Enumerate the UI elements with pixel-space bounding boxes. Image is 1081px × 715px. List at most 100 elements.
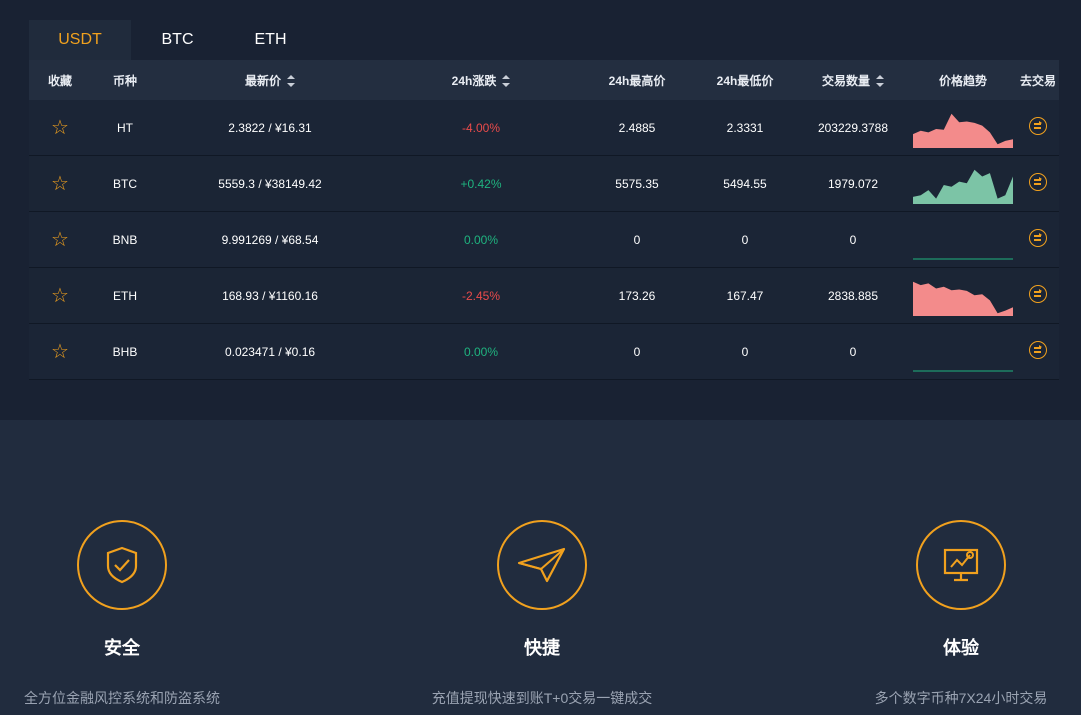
trade-cell: [1017, 285, 1059, 306]
price-trend: [909, 332, 1017, 372]
feature-experience: 体验 多个数字币种7X24小时交易: [811, 520, 1081, 708]
col-change-label: 24h涨跌: [451, 73, 497, 88]
volume: 1979.072: [827, 176, 879, 191]
high-24h: 2.4885: [618, 120, 656, 135]
feature-title: 快捷: [524, 638, 560, 658]
sparkline-area: [913, 169, 1013, 204]
sparkline-chart: [913, 258, 1013, 259]
star-outline-icon[interactable]: ☆: [51, 173, 69, 195]
coin-name: HT: [117, 120, 133, 135]
trade-cell: [1017, 341, 1059, 362]
col-trend: 价格趋势: [938, 73, 987, 88]
star-outline-icon[interactable]: ☆: [51, 341, 69, 363]
feature-speed: 快捷 充值提现快速到账T+0交易一键成交: [392, 520, 692, 708]
feature-title: 安全: [104, 638, 140, 658]
volume: 0: [849, 232, 857, 247]
feature-desc: 充值提现快速到账T+0交易一键成交: [431, 690, 653, 706]
col-trade: 去交易: [1019, 73, 1056, 88]
feature-icon-circle: [77, 520, 167, 610]
col-volume-label: 交易数量: [821, 73, 870, 88]
favorite-cell: ☆: [29, 227, 91, 252]
low-24h: 2.3331: [726, 120, 764, 135]
latest-price: 2.3822 / ¥16.31: [228, 120, 312, 135]
feature-icon-circle: [916, 520, 1006, 610]
col-change[interactable]: 24h涨跌: [381, 72, 581, 89]
favorite-cell: ☆: [29, 339, 91, 364]
latest-price: 5559.3 / ¥38149.42: [218, 176, 322, 191]
price-trend: [909, 220, 1017, 260]
volume: 2838.885: [827, 288, 879, 303]
feature-security: 安全 全方位金融风控系统和防盗系统: [0, 520, 272, 708]
sparkline-chart: [913, 169, 1013, 204]
exchange-arrows-icon[interactable]: [1029, 285, 1047, 303]
feature-icon-circle: [497, 520, 587, 610]
latest-price: 168.93 / ¥1160.16: [222, 288, 318, 303]
table-row[interactable]: ☆ BNB 9.991269 / ¥68.54 0.00% 0 0 0: [29, 212, 1059, 268]
col-latest-price[interactable]: 最新价: [159, 72, 381, 89]
coin-name: BNB: [112, 232, 138, 247]
high-24h: 5575.35: [615, 176, 659, 191]
tab-eth[interactable]: ETH: [224, 20, 317, 60]
sparkline-area: [913, 281, 1013, 316]
col-volume[interactable]: 交易数量: [797, 72, 909, 89]
high-24h: 0: [633, 232, 641, 247]
table-row[interactable]: ☆ BTC 5559.3 / ¥38149.42 +0.42% 5575.35 5494.…: [29, 156, 1059, 212]
high-24h: 173.26: [618, 288, 656, 303]
price-trend: [909, 276, 1017, 316]
coin-name: ETH: [113, 288, 137, 303]
exchange-arrows-icon[interactable]: [1029, 341, 1047, 359]
latest-price: 9.991269 / ¥68.54: [221, 232, 319, 247]
trade-cell: [1017, 173, 1059, 194]
tab-usdt[interactable]: USDT: [29, 20, 131, 60]
feature-desc: 多个数字币种7X24小时交易: [874, 690, 1048, 706]
low-24h: 0: [741, 232, 749, 247]
low-24h: 5494.55: [723, 176, 767, 191]
sort-icon[interactable]: [876, 75, 884, 88]
sort-icon[interactable]: [287, 75, 295, 88]
change-24h: -2.45%: [461, 288, 501, 303]
table-row[interactable]: ☆ HT 2.3822 / ¥16.31 -4.00% 2.4885 2.3331 2032…: [29, 100, 1059, 156]
table-row[interactable]: ☆ BHB 0.023471 / ¥0.16 0.00% 0 0 0: [29, 324, 1059, 380]
feature-desc: 全方位金融风控系统和防盗系统: [24, 690, 220, 706]
feature-title: 体验: [943, 638, 979, 658]
col-coin: 币种: [112, 73, 137, 88]
col-low: 24h最低价: [716, 73, 774, 88]
price-trend: [909, 164, 1017, 204]
market-table: 收藏 币种 最新价 24h涨跌 24h最高价 24h最低价 交易数量 价格趋势 …: [29, 60, 1059, 380]
exchange-arrows-icon[interactable]: [1029, 229, 1047, 247]
sparkline-chart: [913, 281, 1013, 316]
volume: 0: [849, 344, 857, 359]
sparkline-chart: [913, 113, 1013, 148]
star-outline-icon[interactable]: ☆: [51, 229, 69, 251]
favorite-cell: ☆: [29, 171, 91, 196]
col-latest-price-label: 最新价: [244, 73, 281, 88]
features-section: 安全 全方位金融风控系统和防盗系统 快捷 充值提现快速到账T+0交易一键成交 体…: [0, 420, 1081, 715]
coin-name: BHB: [112, 344, 138, 359]
shield-check-icon: [106, 546, 138, 584]
latest-price: 0.023471 / ¥0.16: [224, 344, 316, 359]
col-favorite: 收藏: [47, 73, 72, 88]
price-trend: [909, 108, 1017, 148]
trade-cell: [1017, 229, 1059, 250]
market-tabs: USDT BTC ETH: [29, 20, 317, 60]
market-section: USDT BTC ETH 收藏 币种 最新价 24h涨跌 24h最高价 24h最…: [0, 0, 1081, 420]
paper-plane-icon: [517, 547, 566, 583]
presentation-chart-icon: [943, 548, 979, 582]
favorite-cell: ☆: [29, 115, 91, 140]
sort-icon[interactable]: [502, 75, 511, 88]
exchange-arrows-icon[interactable]: [1029, 117, 1047, 135]
star-outline-icon[interactable]: ☆: [51, 285, 69, 307]
change-24h: +0.42%: [460, 176, 502, 191]
trade-cell: [1017, 117, 1059, 138]
exchange-arrows-icon[interactable]: [1029, 173, 1047, 191]
table-row[interactable]: ☆ ETH 168.93 / ¥1160.16 -2.45% 173.26 167.47 2…: [29, 268, 1059, 324]
low-24h: 0: [741, 344, 749, 359]
tab-btc[interactable]: BTC: [131, 20, 224, 60]
change-24h: 0.00%: [463, 344, 499, 359]
col-high: 24h最高价: [608, 73, 666, 88]
change-24h: -4.00%: [461, 120, 501, 135]
volume: 203229.3788: [817, 120, 889, 135]
low-24h: 167.47: [726, 288, 764, 303]
star-outline-icon[interactable]: ☆: [51, 117, 69, 139]
change-24h: 0.00%: [463, 232, 499, 247]
